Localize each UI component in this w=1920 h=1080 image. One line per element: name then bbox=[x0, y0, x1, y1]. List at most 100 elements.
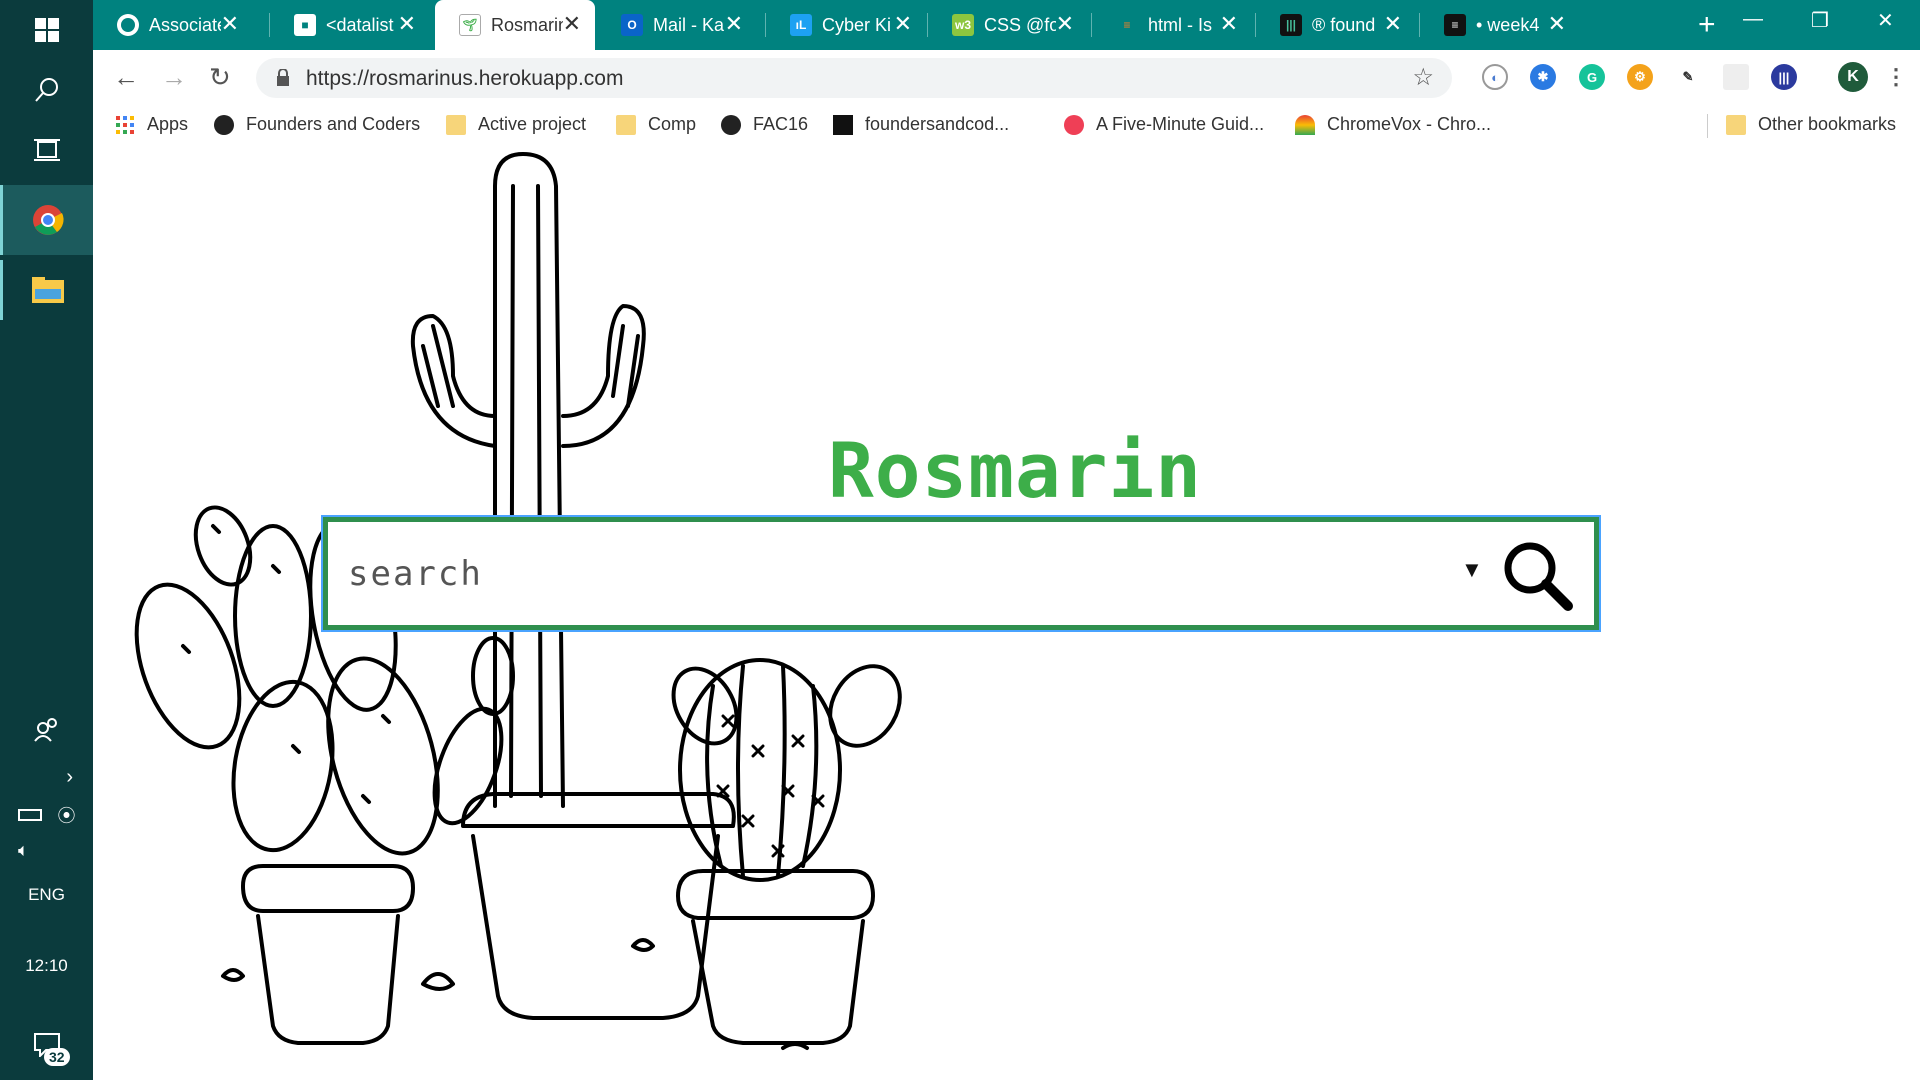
bookmark-foundersandcoders-gitter[interactable]: foundersandcod... bbox=[833, 114, 1009, 135]
people-button[interactable] bbox=[0, 700, 93, 760]
volume-button[interactable]: 🔈︎ bbox=[0, 830, 93, 870]
close-icon[interactable]: ✕ bbox=[1056, 13, 1074, 35]
address-bar[interactable]: https://rosmarinus.herokuapp.com ☆ bbox=[256, 58, 1452, 98]
show-hidden-icons-button[interactable]: › bbox=[0, 755, 93, 800]
gitter-icon: ||| bbox=[1280, 14, 1302, 36]
tab[interactable]: ■ <datalist ✕ bbox=[270, 0, 430, 50]
bookmark-five-minute-guide[interactable]: A Five-Minute Guid... bbox=[1064, 114, 1264, 135]
bookmark-label: Other bookmarks bbox=[1758, 114, 1897, 134]
apps-grid-icon bbox=[116, 115, 134, 134]
close-icon[interactable]: ✕ bbox=[1548, 13, 1566, 35]
task-view-button[interactable] bbox=[0, 120, 93, 180]
chrome-icon bbox=[33, 205, 64, 235]
close-icon[interactable]: ✕ bbox=[221, 13, 239, 35]
bookmark-chromevox[interactable]: ChromeVox - Chro... bbox=[1295, 114, 1491, 135]
github-icon bbox=[214, 114, 234, 135]
bookmark-divider bbox=[1707, 114, 1708, 138]
search-button[interactable] bbox=[1498, 536, 1578, 616]
bookmark-founders-and-coders[interactable]: Founders and Coders bbox=[214, 114, 420, 135]
grammarly-icon[interactable]: G bbox=[1579, 64, 1605, 90]
tab-label: Mail - Ka bbox=[653, 14, 725, 35]
back-button[interactable]: ← bbox=[113, 62, 139, 93]
windows-start-button[interactable] bbox=[0, 0, 93, 60]
tab-label: • week4 bbox=[1476, 14, 1540, 35]
reload-button[interactable]: ↻ bbox=[209, 62, 231, 93]
close-icon[interactable]: ✕ bbox=[725, 13, 743, 35]
datalist-dropdown-arrow-icon[interactable]: ▼ bbox=[1461, 557, 1483, 583]
document-icon: ≡ bbox=[1444, 14, 1466, 36]
tab[interactable]: O Mail - Ka ✕ bbox=[597, 0, 757, 50]
close-icon[interactable]: ✕ bbox=[563, 13, 581, 35]
close-icon[interactable]: ✕ bbox=[894, 13, 912, 35]
mdn-icon: ■ bbox=[294, 14, 316, 36]
tab-active[interactable]: 🌱︎ Rosmarin ✕ bbox=[435, 0, 595, 50]
extension-icon[interactable] bbox=[1723, 64, 1749, 90]
extension-icon[interactable]: ✱ bbox=[1530, 64, 1556, 90]
chrome-taskbar-button[interactable] bbox=[0, 185, 93, 255]
minimize-button[interactable]: — bbox=[1743, 8, 1763, 31]
tab[interactable]: ıL Cyber Ki ✕ bbox=[766, 0, 926, 50]
close-icon: ✕ bbox=[1877, 10, 1894, 32]
tab-strip: Associate ✕ ■ <datalist ✕ 🌱︎ Rosmarin ✕ … bbox=[93, 0, 1920, 50]
search-icon bbox=[34, 78, 58, 102]
extension-icon[interactable]: ||| bbox=[1771, 64, 1797, 90]
other-bookmarks[interactable]: Other bookmarks bbox=[1726, 114, 1896, 135]
volume-icon: 🔈︎ bbox=[18, 839, 29, 860]
page-title: Rosmarin bbox=[828, 426, 1203, 515]
restore-button[interactable]: ❐ bbox=[1811, 8, 1829, 33]
folder-icon bbox=[32, 277, 64, 303]
notification-count-badge: 32 bbox=[44, 1048, 70, 1066]
bookmark-apps[interactable]: Apps bbox=[115, 114, 188, 135]
windows-logo-icon bbox=[34, 18, 59, 42]
bookmark-star-icon[interactable]: ☆ bbox=[1412, 63, 1434, 92]
search-input[interactable] bbox=[348, 547, 1448, 601]
bookmark-label: FAC16 bbox=[753, 114, 809, 134]
menu-kebab-icon[interactable]: ⋮ bbox=[1883, 64, 1909, 90]
github-icon bbox=[721, 114, 741, 135]
language-indicator[interactable]: ENG bbox=[0, 885, 93, 905]
tab[interactable]: ||| ® found ✕ bbox=[1256, 0, 1416, 50]
tab-label: html - Is bbox=[1148, 14, 1213, 35]
action-center-button[interactable]: 32 bbox=[0, 1010, 93, 1080]
close-window-button[interactable]: ✕ bbox=[1877, 8, 1894, 33]
reload-icon: ↻ bbox=[209, 62, 231, 92]
tab[interactable]: ≡ html - Is ✕ bbox=[1092, 0, 1252, 50]
url-text[interactable]: https://rosmarinus.herokuapp.com bbox=[306, 67, 623, 91]
tab-label: ® found bbox=[1312, 14, 1376, 35]
clock[interactable]: 12:10 bbox=[0, 956, 93, 976]
chromevox-icon bbox=[1295, 114, 1315, 135]
bookmark-active-project[interactable]: Active project bbox=[446, 114, 586, 135]
close-icon[interactable]: ✕ bbox=[1384, 13, 1402, 35]
tab-label: CSS @fo bbox=[984, 14, 1056, 35]
close-icon[interactable]: ✕ bbox=[1220, 13, 1238, 35]
restore-icon: ❐ bbox=[1811, 10, 1829, 32]
tab[interactable]: w3 CSS @fo ✕ bbox=[928, 0, 1088, 50]
bookmark-label: foundersandcod... bbox=[865, 114, 1010, 134]
profile-avatar[interactable]: K bbox=[1838, 62, 1868, 92]
file-explorer-taskbar-button[interactable] bbox=[0, 260, 93, 320]
folder-icon bbox=[616, 114, 636, 135]
forward-button[interactable]: → bbox=[161, 62, 187, 93]
search-form: ▼ bbox=[323, 517, 1599, 630]
battery-icon[interactable] bbox=[17, 809, 42, 821]
wifi-icon[interactable]: ⦿ bbox=[58, 802, 76, 828]
github-icon bbox=[117, 14, 139, 36]
tab-label: <datalist bbox=[326, 14, 394, 35]
tab[interactable]: ≡ • week4 ✕ bbox=[1420, 0, 1580, 50]
folder-icon bbox=[446, 114, 466, 135]
gitter-icon bbox=[833, 114, 853, 135]
extension-icon[interactable]: ◐ bbox=[1482, 64, 1508, 90]
bookmark-label: Apps bbox=[147, 114, 189, 134]
bookmark-label: ChromeVox - Chro... bbox=[1327, 114, 1492, 134]
bookmark-fac16[interactable]: FAC16 bbox=[721, 114, 808, 135]
search-taskbar-button[interactable] bbox=[0, 60, 93, 120]
bookmark-label: Founders and Coders bbox=[246, 114, 421, 134]
bookmark-label: A Five-Minute Guid... bbox=[1096, 114, 1265, 134]
new-tab-button[interactable]: + bbox=[1698, 8, 1716, 42]
bookmark-label: Active project bbox=[478, 114, 587, 134]
color-picker-icon[interactable]: ✎ bbox=[1675, 64, 1701, 90]
extension-icon[interactable]: ⚙ bbox=[1627, 64, 1653, 90]
tab[interactable]: Associate ✕ bbox=[93, 0, 253, 50]
close-icon[interactable]: ✕ bbox=[398, 13, 416, 35]
bookmark-comp[interactable]: Comp bbox=[616, 114, 696, 135]
